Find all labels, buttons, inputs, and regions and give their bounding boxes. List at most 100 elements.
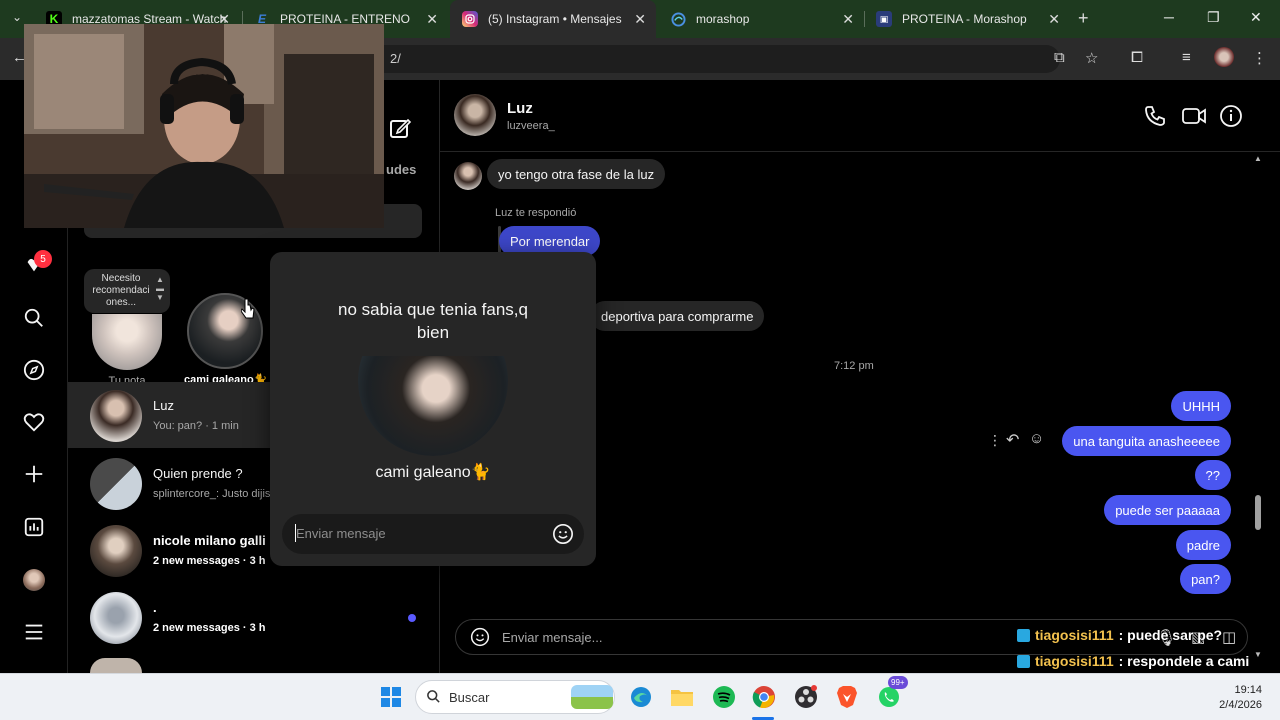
create-plus-icon[interactable] bbox=[20, 460, 48, 488]
popup-user-name[interactable]: cami galeano🐈 bbox=[270, 462, 596, 482]
tab-instagram-messages[interactable]: (5) Instagram • Mensajes ✕ bbox=[450, 0, 656, 38]
compose-message-icon[interactable] bbox=[388, 116, 412, 145]
avatar bbox=[454, 162, 482, 190]
avatar bbox=[90, 658, 142, 673]
popup-input-placeholder: Enviar mensaje bbox=[296, 526, 386, 541]
window-close-icon[interactable]: ✕ bbox=[1250, 9, 1262, 26]
taskbar-clock[interactable]: 19:14 2/4/2026 bbox=[1219, 683, 1262, 713]
windows-start-icon[interactable] bbox=[378, 684, 404, 710]
conversation-name: Luz bbox=[153, 398, 174, 413]
profile-avatar[interactable] bbox=[20, 566, 48, 594]
note-bubble[interactable]: Necesito recomendaci ones... ▲ ▬ ▼ bbox=[84, 269, 170, 313]
message-outgoing[interactable]: pan? bbox=[1180, 564, 1231, 594]
minimize-icon[interactable]: ─ bbox=[1164, 9, 1174, 25]
dashboard-chart-icon[interactable] bbox=[20, 513, 48, 541]
message-timestamp: 7:12 pm bbox=[834, 360, 874, 372]
close-icon[interactable]: ✕ bbox=[634, 11, 646, 28]
stream-chat-text: : respondele a cami bbox=[1118, 653, 1250, 669]
more-menu-icon[interactable] bbox=[20, 618, 48, 646]
instagram-icon bbox=[462, 11, 478, 27]
taskbar-search-box[interactable]: Buscar bbox=[415, 680, 615, 714]
brave-icon[interactable] bbox=[834, 684, 860, 710]
search-icon bbox=[426, 689, 441, 709]
profile-avatar[interactable] bbox=[1214, 47, 1234, 67]
chat-scrollbar[interactable]: ▲ ▼ bbox=[1253, 150, 1264, 666]
avatar bbox=[90, 525, 142, 577]
spotify-icon[interactable] bbox=[711, 684, 737, 710]
mouse-cursor-icon bbox=[240, 298, 255, 325]
search-icon[interactable] bbox=[20, 304, 48, 332]
extensions-icon[interactable]: ⧠ bbox=[1131, 49, 1143, 66]
new-tab-icon[interactable]: + bbox=[1078, 8, 1089, 29]
scrollbar-thumb[interactable] bbox=[1255, 495, 1261, 530]
tab-proteina-morashop[interactable]: ▣ PROTEINA - Morashop ✕ bbox=[864, 0, 1070, 38]
media-control-icon[interactable]: ≡ bbox=[1182, 49, 1191, 66]
phone-call-icon[interactable] bbox=[1143, 104, 1167, 133]
clock-date: 2/4/2026 bbox=[1219, 699, 1262, 711]
note-text: Necesito recomendaci ones... bbox=[92, 273, 150, 308]
message-outgoing[interactable]: una tanguita anasheeeee bbox=[1062, 426, 1231, 456]
heart-icon[interactable] bbox=[20, 408, 48, 436]
message-more-icon[interactable]: ⋮ bbox=[988, 432, 1002, 449]
notification-badge: 5 bbox=[34, 250, 52, 268]
taskbar-search-label: Buscar bbox=[449, 690, 490, 705]
story-tu-nota[interactable]: Tu nota bbox=[92, 314, 162, 387]
close-icon[interactable]: ✕ bbox=[1048, 11, 1060, 28]
address-text: 2/ bbox=[390, 51, 401, 66]
emoji-icon[interactable] bbox=[470, 627, 490, 652]
obs-icon[interactable] bbox=[793, 684, 819, 710]
explore-compass-icon[interactable] bbox=[20, 356, 48, 384]
stream-chat-message: tiagosisi111 : respondele a cami bbox=[1017, 648, 1249, 674]
react-emoji-icon[interactable]: ☺ bbox=[1029, 430, 1044, 447]
message-outgoing[interactable]: puede ser paaaaa bbox=[1104, 495, 1231, 525]
conversation-row-dot[interactable]: . 2 new messages · 3 h bbox=[68, 584, 440, 650]
avatar bbox=[90, 390, 142, 442]
requests-link[interactable]: udes bbox=[386, 162, 416, 177]
stream-chat-text: : puede sar pe? bbox=[1118, 627, 1223, 643]
edge-app-icon[interactable] bbox=[628, 684, 654, 710]
tab-morashop[interactable]: morashop ✕ bbox=[658, 0, 864, 38]
popup-note-text: no sabia que tenia fans,q bien bbox=[338, 300, 528, 342]
message-incoming[interactable]: yo tengo otra fase de la luz bbox=[487, 159, 666, 189]
conversation-name: . bbox=[153, 600, 157, 615]
windows-taskbar: Buscar 99+ 19:14 2/4/2026 bbox=[0, 673, 1280, 720]
install-app-icon[interactable]: ⧉ bbox=[1054, 49, 1065, 66]
emoji-icon[interactable] bbox=[552, 523, 574, 550]
message-outgoing[interactable]: ?? bbox=[1194, 460, 1231, 490]
avatar bbox=[92, 314, 162, 370]
search-highlight-image bbox=[571, 685, 613, 709]
bookmark-star-icon[interactable]: ☆ bbox=[1085, 49, 1098, 67]
stream-chat-user: tiagosisi111 bbox=[1035, 653, 1114, 669]
popup-message-input[interactable]: Enviar mensaje bbox=[282, 514, 584, 554]
file-explorer-icon[interactable] bbox=[669, 684, 695, 710]
avatar[interactable] bbox=[454, 94, 496, 136]
restore-icon[interactable]: ❐ bbox=[1207, 9, 1220, 26]
webcam-feed-image bbox=[24, 24, 384, 228]
close-icon[interactable]: ✕ bbox=[426, 11, 438, 28]
shop-icon: ▣ bbox=[876, 11, 892, 27]
info-icon[interactable] bbox=[1219, 104, 1243, 133]
tab-search-chevron-icon[interactable]: ⌄ bbox=[12, 10, 22, 24]
conversation-name: nicole milano galli bbox=[153, 533, 266, 548]
chrome-icon[interactable] bbox=[751, 684, 777, 710]
stream-chat-message: tiagosisi111 : puede sar pe? bbox=[1017, 622, 1249, 648]
stream-chat-overlay: tiagosisi111 : puede sar pe? tiagosisi11… bbox=[1017, 622, 1249, 674]
tab-title: PROTEINA - Morashop bbox=[902, 12, 1027, 26]
message-incoming[interactable]: deportiva para comprarme bbox=[590, 301, 765, 331]
browser-menu-icon[interactable]: ⋮ bbox=[1252, 49, 1267, 67]
scroll-up-icon[interactable]: ▲ bbox=[1254, 154, 1262, 163]
tab-title: morashop bbox=[696, 12, 750, 26]
whatsapp-icon[interactable]: 99+ bbox=[876, 676, 908, 710]
avatar bbox=[90, 592, 142, 644]
chat-badge-icon bbox=[1017, 654, 1030, 668]
message-outgoing[interactable]: padre bbox=[1175, 530, 1231, 560]
close-icon[interactable]: ✕ bbox=[842, 11, 854, 28]
message-outgoing[interactable]: UHHH bbox=[1171, 391, 1231, 421]
conversation-preview: splintercore_: Justo dijis bbox=[153, 488, 271, 500]
video-call-icon[interactable] bbox=[1181, 104, 1207, 133]
reply-arrow-icon[interactable]: ↶ bbox=[1006, 430, 1019, 450]
chat-contact-name[interactable]: Luz bbox=[507, 100, 533, 117]
scroll-down-icon[interactable]: ▼ bbox=[1254, 650, 1262, 659]
conversation-preview: 2 new messages · 3 h bbox=[153, 622, 266, 634]
whatsapp-badge: 99+ bbox=[888, 676, 908, 689]
